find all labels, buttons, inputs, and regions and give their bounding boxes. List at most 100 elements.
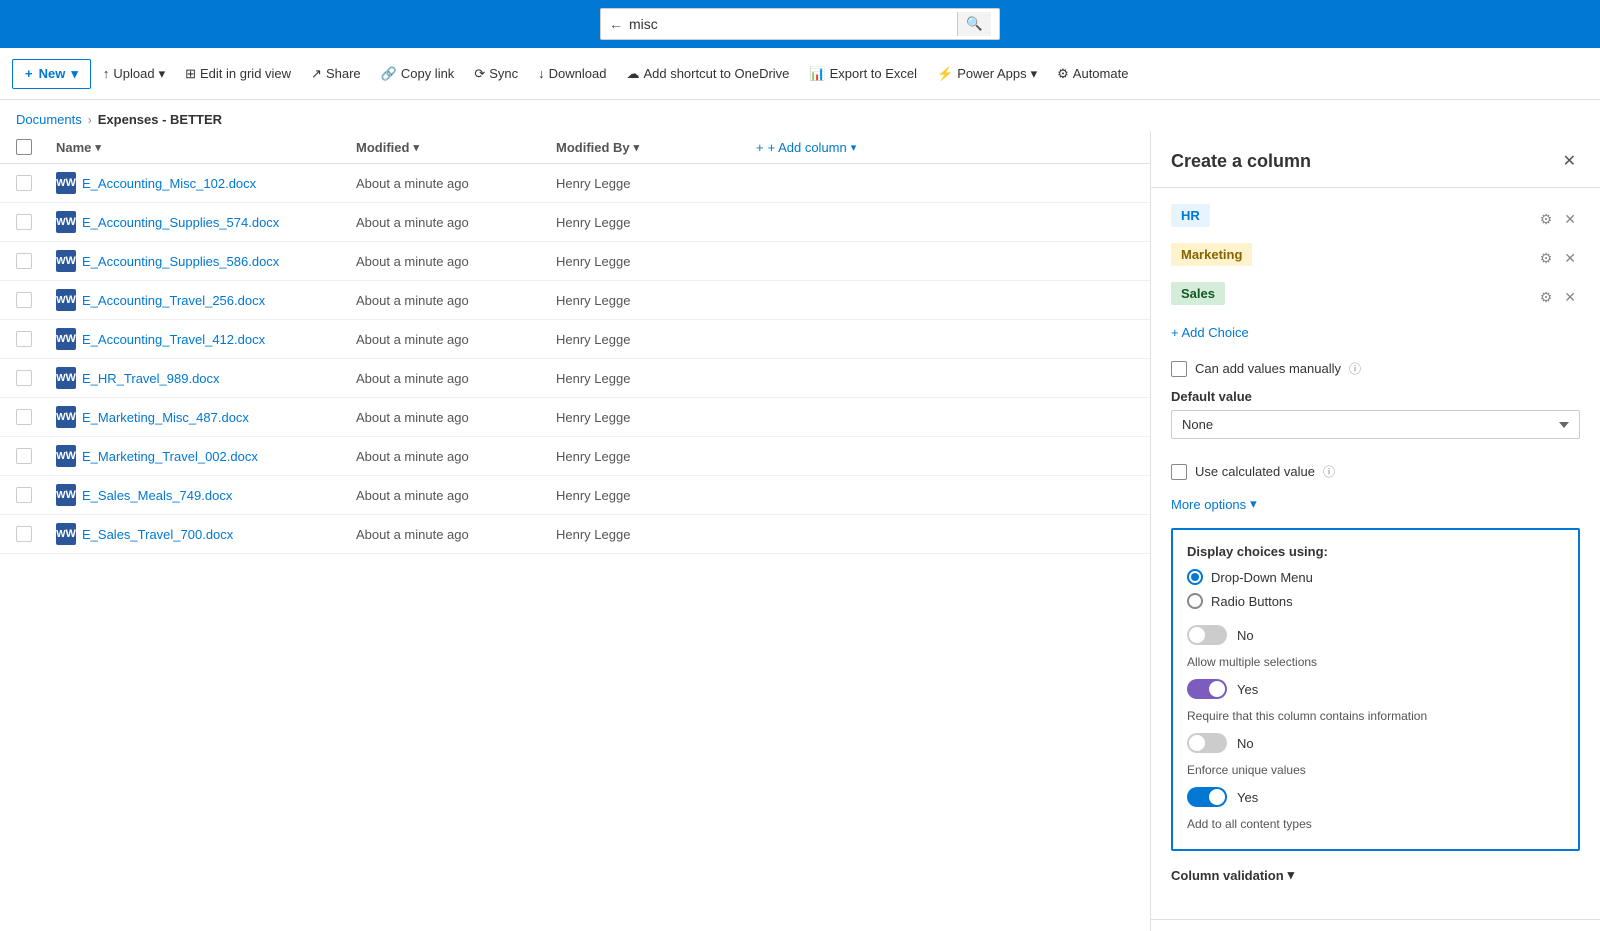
add-column-button[interactable]: + + Add column ▾ <box>756 139 1134 155</box>
search-button[interactable]: 🔍 <box>957 12 991 36</box>
row-checkbox-cell <box>16 175 56 191</box>
upload-icon: ↑ <box>103 66 110 81</box>
chevron-down-icon: ▾ <box>1031 66 1038 82</box>
row-checkbox[interactable] <box>16 409 32 425</box>
row-checkbox[interactable] <box>16 487 32 503</box>
choice-remove-button[interactable]: ✕ <box>1560 209 1580 230</box>
modified-by-cell: Henry Legge <box>556 254 756 269</box>
power-apps-button[interactable]: ⚡ Power Apps ▾ <box>929 60 1045 88</box>
enforce-unique-toggle[interactable] <box>1187 733 1227 753</box>
download-button[interactable]: ↓ Download <box>530 60 614 87</box>
breadcrumb-separator: › <box>88 113 92 127</box>
add-content-types-toggle[interactable] <box>1187 787 1227 807</box>
use-calculated-checkbox[interactable] <box>1171 464 1187 480</box>
share-button[interactable]: ↗ Share <box>303 60 369 88</box>
row-checkbox[interactable] <box>16 253 32 269</box>
excel-icon: 📊 <box>809 66 825 82</box>
default-value-select[interactable]: None <box>1171 410 1580 439</box>
choice-settings-button[interactable]: ⚙ <box>1536 287 1557 308</box>
breadcrumb-parent[interactable]: Documents <box>16 112 82 127</box>
file-name-cell[interactable]: W E_Accounting_Supplies_574.docx <box>56 211 356 233</box>
default-value-section: Default value None <box>1171 389 1580 451</box>
row-checkbox[interactable] <box>16 175 32 191</box>
word-icon: W <box>56 367 76 389</box>
file-name-cell[interactable]: W E_Marketing_Misc_487.docx <box>56 406 356 428</box>
table-row: W E_Marketing_Travel_002.docx About a mi… <box>0 437 1150 476</box>
choices-list: HR ⚙ ✕ Marketing ⚙ ✕ Sales ⚙ ✕ <box>1171 204 1580 313</box>
breadcrumb: Documents › Expenses - BETTER <box>0 100 1600 131</box>
search-box[interactable]: ← 🔍 <box>600 8 1000 40</box>
file-name-cell[interactable]: W E_Sales_Meals_749.docx <box>56 484 356 506</box>
require-column-toggle[interactable] <box>1187 679 1227 699</box>
row-checkbox[interactable] <box>16 331 32 347</box>
file-name-cell[interactable]: W E_Accounting_Supplies_586.docx <box>56 250 356 272</box>
chevron-down-icon: ▾ <box>1288 867 1295 883</box>
row-checkbox[interactable] <box>16 448 32 464</box>
edit-grid-button[interactable]: ⊞ Edit in grid view <box>177 60 299 88</box>
modified-column-header[interactable]: Modified ▾ <box>356 139 556 155</box>
word-icon: W <box>56 406 76 428</box>
search-input[interactable] <box>629 16 957 32</box>
panel-header: Create a column ✕ <box>1151 131 1600 188</box>
new-button[interactable]: + New ▾ <box>12 59 91 89</box>
row-checkbox-cell <box>16 253 56 269</box>
modified-cell: About a minute ago <box>356 293 556 308</box>
upload-button[interactable]: ↑ Upload ▾ <box>95 60 173 88</box>
export-excel-button[interactable]: 📊 Export to Excel <box>801 60 925 88</box>
choice-remove-button[interactable]: ✕ <box>1560 287 1580 308</box>
chevron-down-icon: ▾ <box>1250 496 1257 512</box>
choice-item: HR ⚙ ✕ <box>1171 204 1580 235</box>
modified-cell: About a minute ago <box>356 176 556 191</box>
choice-settings-button[interactable]: ⚙ <box>1536 248 1557 269</box>
chevron-down-icon: ▾ <box>159 66 166 82</box>
radio-radiobuttons[interactable] <box>1187 593 1203 609</box>
info-icon[interactable]: ⓘ <box>1349 360 1361 377</box>
row-checkbox[interactable] <box>16 526 32 542</box>
copy-link-button[interactable]: 🔗 Copy link <box>373 60 463 88</box>
choice-settings-button[interactable]: ⚙ <box>1536 209 1557 230</box>
file-name-cell[interactable]: W E_HR_Travel_989.docx <box>56 367 356 389</box>
can-add-manually-label: Can add values manually <box>1195 361 1341 376</box>
automate-button[interactable]: ⚙ Automate <box>1049 60 1136 88</box>
choice-actions: ⚙ ✕ <box>1536 248 1580 269</box>
add-content-types-row: Yes <box>1187 787 1564 807</box>
table-row: W E_Sales_Meals_749.docx About a minute … <box>0 476 1150 515</box>
radio-dropdown[interactable] <box>1187 569 1203 585</box>
file-name-cell[interactable]: W E_Marketing_Travel_002.docx <box>56 445 356 467</box>
file-name-cell[interactable]: W E_Sales_Travel_700.docx <box>56 523 356 545</box>
allow-multiple-label: No <box>1237 628 1254 643</box>
file-name-cell[interactable]: W E_Accounting_Travel_412.docx <box>56 328 356 350</box>
word-icon: W <box>56 211 76 233</box>
modified-by-cell: Henry Legge <box>556 488 756 503</box>
modified-cell: About a minute ago <box>356 254 556 269</box>
file-name-cell[interactable]: W E_Accounting_Travel_256.docx <box>56 289 356 311</box>
allow-multiple-toggle[interactable] <box>1187 625 1227 645</box>
row-checkbox[interactable] <box>16 214 32 230</box>
modified-by-cell: Henry Legge <box>556 215 756 230</box>
name-column-header[interactable]: Name ▾ <box>56 139 356 155</box>
enforce-unique-row: No <box>1187 733 1564 753</box>
search-back-icon[interactable]: ← <box>609 16 623 32</box>
can-add-manually-checkbox[interactable] <box>1171 361 1187 377</box>
word-icon: W <box>56 289 76 311</box>
column-validation-button[interactable]: Column validation ▾ <box>1171 863 1294 887</box>
choice-remove-button[interactable]: ✕ <box>1560 248 1580 269</box>
add-shortcut-button[interactable]: ☁ Add shortcut to OneDrive <box>618 60 797 88</box>
chevron-down-icon: ▾ <box>851 141 857 154</box>
add-choice-button[interactable]: + Add Choice <box>1171 321 1249 344</box>
row-checkbox[interactable] <box>16 370 32 386</box>
select-all-checkbox[interactable] <box>16 139 32 155</box>
modified-by-cell: Henry Legge <box>556 293 756 308</box>
info-icon-calculated[interactable]: ⓘ <box>1323 463 1335 480</box>
sort-icon: ▾ <box>413 141 419 154</box>
panel-footer: Save Cancel <box>1151 919 1600 931</box>
row-checkbox[interactable] <box>16 292 32 308</box>
file-name-cell[interactable]: W E_Accounting_Misc_102.docx <box>56 172 356 194</box>
modified-by-column-header[interactable]: Modified By ▾ <box>556 139 756 155</box>
sync-button[interactable]: ⟳ Sync <box>466 60 526 88</box>
grid-icon: ⊞ <box>185 66 196 82</box>
more-options-button[interactable]: More options ▾ <box>1171 492 1257 516</box>
download-icon: ↓ <box>538 66 545 81</box>
modified-by-cell: Henry Legge <box>556 176 756 191</box>
panel-close-button[interactable]: ✕ <box>1559 147 1580 175</box>
